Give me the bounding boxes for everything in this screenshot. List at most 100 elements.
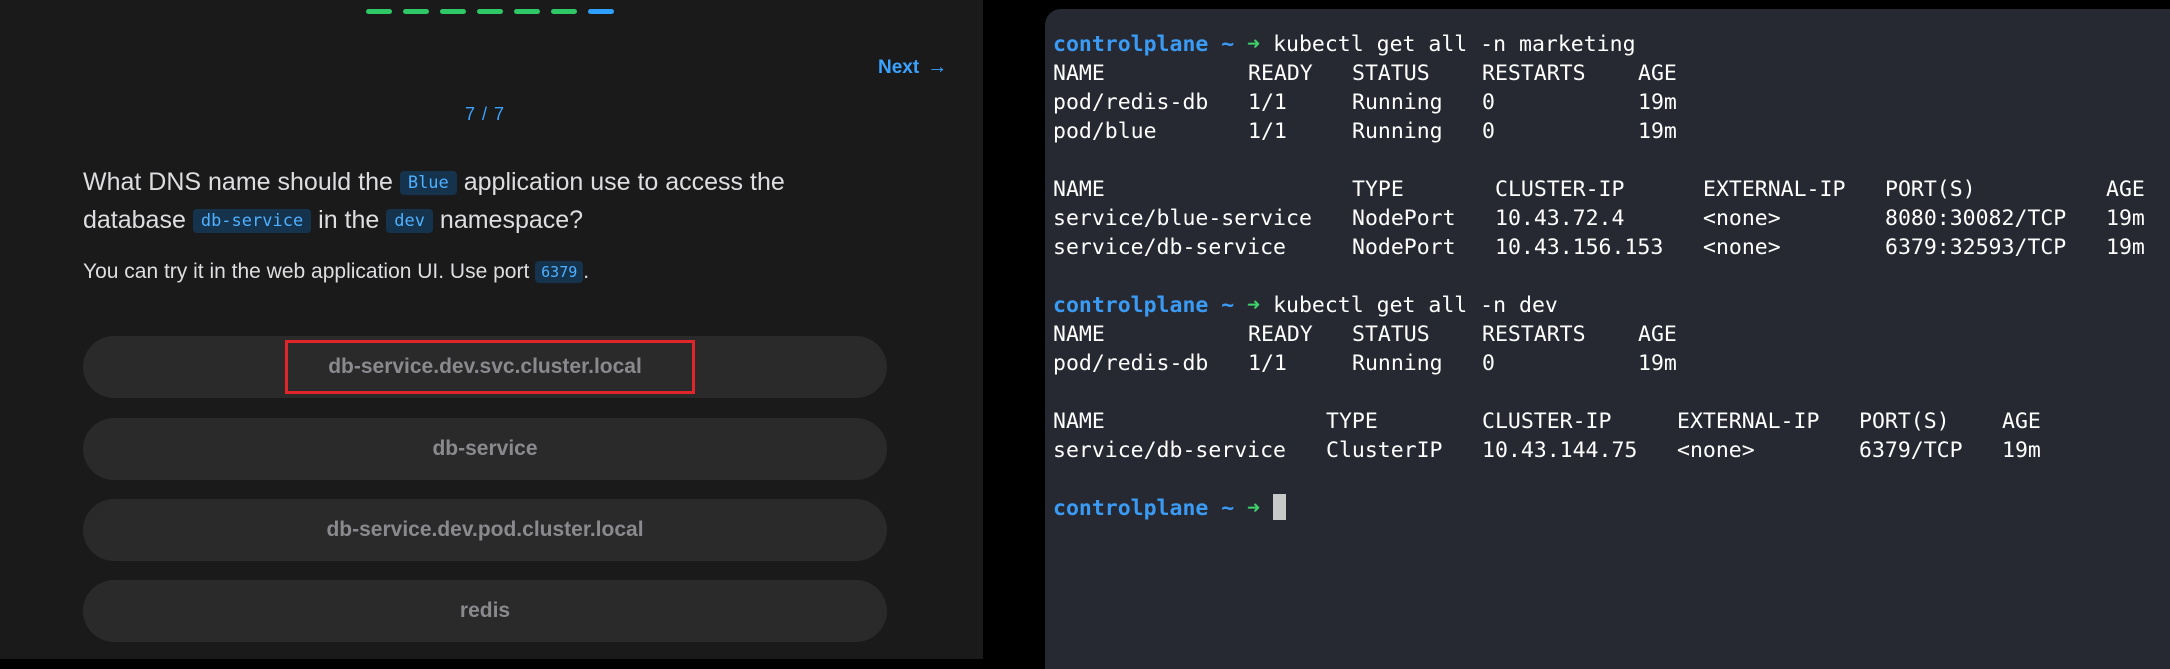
answer-option[interactable]: db-service [83, 418, 887, 480]
table-cell: 1/1 [1248, 119, 1287, 144]
table-row: service/blue-service NodePort 10.43.72.4 <n… [1053, 204, 2170, 233]
table-cell: 0 [1482, 351, 1495, 376]
table-row: service/db-service ClusterIP 10.43.144.75 <… [1053, 436, 2170, 465]
table-cell: 1/1 [1248, 351, 1287, 376]
terminal[interactable]: controlplane ~ ➜ kubectl get all -n mark… [1045, 9, 2170, 669]
table-row: service/db-service NodePort 10.43.156.153 <… [1053, 233, 2170, 262]
progress-segment [403, 9, 429, 14]
progress-segment [477, 9, 503, 14]
table-cell: 8080:30082/TCP [1885, 206, 2067, 231]
table-header-cell: NAME [1053, 409, 1105, 434]
table-cell: NodePort [1352, 206, 1456, 231]
prompt-host: controlplane ~ [1053, 32, 1248, 57]
hint-text-part: You can try it in the web application UI… [83, 260, 536, 283]
arrow-right-icon: → [927, 56, 948, 78]
answer-option[interactable]: db-service.dev.pod.cluster.local [83, 499, 887, 561]
progress-segment-current [588, 9, 614, 14]
table-cell: 19m [1638, 351, 1677, 376]
answer-option-label: db-service.dev.pod.cluster.local [326, 518, 644, 541]
inline-code: 6379 [535, 261, 584, 283]
inline-code: Blue [399, 171, 457, 195]
table-cell: 0 [1482, 90, 1495, 115]
answer-option[interactable]: redis [83, 580, 887, 642]
progress-segment [514, 9, 540, 14]
terminal-command: kubectl get all -n marketing [1273, 32, 1636, 57]
terminal-prompt-line: controlplane ~ ➜ [1053, 494, 1287, 523]
table-header-cell: READY [1248, 322, 1313, 347]
table-header-cell: NAME [1053, 61, 1105, 86]
table-cell: 0 [1482, 119, 1495, 144]
table-cell: pod/redis-db [1053, 90, 1209, 115]
table-header-cell: AGE [2106, 177, 2145, 202]
table-cell: <none> [1703, 235, 1781, 260]
progress-bar [366, 9, 614, 14]
table-header-row: NAME TYPE CLUSTER-IP EXTERNAL-IP PORT(S) AGE [1053, 175, 2170, 204]
table-cell: NodePort [1352, 235, 1456, 260]
table-header-cell: RESTARTS [1482, 322, 1586, 347]
progress-segment [551, 9, 577, 14]
table-row: pod/blue 1/1 Running 0 19m [1053, 117, 2170, 146]
table-cell: 10.43.156.153 [1495, 235, 1664, 260]
table-header-cell: NAME [1053, 177, 1105, 202]
table-cell: 1/1 [1248, 90, 1287, 115]
terminal-command: kubectl get all -n dev [1273, 293, 1558, 318]
table-cell: Running [1352, 90, 1443, 115]
panel-divider[interactable] [983, 0, 1020, 659]
table-cell: <none> [1703, 206, 1781, 231]
table-cell: 19m [2106, 235, 2145, 260]
table-cell: service/db-service [1053, 438, 1286, 463]
table-cell: 19m [1638, 90, 1677, 115]
table-header-cell: CLUSTER-IP [1482, 409, 1612, 434]
table-cell: Running [1352, 119, 1443, 144]
terminal-cursor [1273, 494, 1287, 520]
table-cell: 19m [1638, 119, 1677, 144]
table-header-cell: EXTERNAL-IP [1677, 409, 1820, 434]
prompt-arrow-icon: ➜ [1247, 32, 1261, 57]
prompt-host: controlplane ~ [1053, 293, 1248, 318]
progress-segment [366, 9, 392, 14]
hint-text-part: . [583, 260, 590, 283]
next-button[interactable]: Next → [878, 56, 947, 79]
table-header-cell: TYPE [1326, 409, 1378, 434]
table-cell: 6379/TCP [1859, 438, 1963, 463]
prompt-arrow-icon: ➜ [1247, 293, 1261, 318]
question-counter: 7 / 7 [464, 104, 506, 124]
table-cell: <none> [1677, 438, 1755, 463]
answer-option-label: redis [459, 599, 511, 622]
table-cell: pod/redis-db [1053, 351, 1209, 376]
table-cell: 10.43.72.4 [1495, 206, 1625, 231]
table-header-cell: PORT(S) [1859, 409, 1950, 434]
table-header-cell: PORT(S) [1885, 177, 1976, 202]
table-cell: 19m [2002, 438, 2041, 463]
prompt-arrow-icon: ➜ [1247, 496, 1261, 521]
table-header-cell: EXTERNAL-IP [1703, 177, 1846, 202]
table-header-cell: STATUS [1352, 322, 1430, 347]
inline-code: dev [386, 209, 433, 233]
table-header-cell: NAME [1053, 322, 1105, 347]
table-header-cell: AGE [1638, 61, 1677, 86]
table-row: pod/redis-db 1/1 Running 0 19m [1053, 349, 2170, 378]
terminal-prompt-line: controlplane ~ ➜ kubectl get all -n dev [1053, 291, 1558, 320]
progress-segment [440, 9, 466, 14]
table-cell: 10.43.144.75 [1482, 438, 1638, 463]
table-header-cell: TYPE [1352, 177, 1404, 202]
table-cell: Running [1352, 351, 1443, 376]
question-text-part: What DNS name should the [83, 168, 400, 196]
terminal-prompt-line: controlplane ~ ➜ kubectl get all -n mark… [1053, 30, 1636, 59]
table-header-cell: RESTARTS [1482, 61, 1586, 86]
table-header-row: NAME TYPE CLUSTER-IP EXTERNAL-IP PORT(S) AGE [1053, 407, 2170, 436]
answer-option-label: db-service [432, 437, 538, 460]
question-text-part: namespace? [432, 206, 584, 234]
table-header-cell: AGE [2002, 409, 2041, 434]
table-cell: service/blue-service [1053, 206, 1312, 231]
table-header-cell: AGE [1638, 322, 1677, 347]
table-header-cell: STATUS [1352, 61, 1430, 86]
quiz-panel: Next → 7 / 7 What DNS name should the Bl… [0, 0, 983, 659]
table-header-cell: READY [1248, 61, 1313, 86]
table-row: pod/redis-db 1/1 Running 0 19m [1053, 88, 2170, 117]
table-header-cell: CLUSTER-IP [1495, 177, 1625, 202]
table-cell: 19m [2106, 206, 2145, 231]
